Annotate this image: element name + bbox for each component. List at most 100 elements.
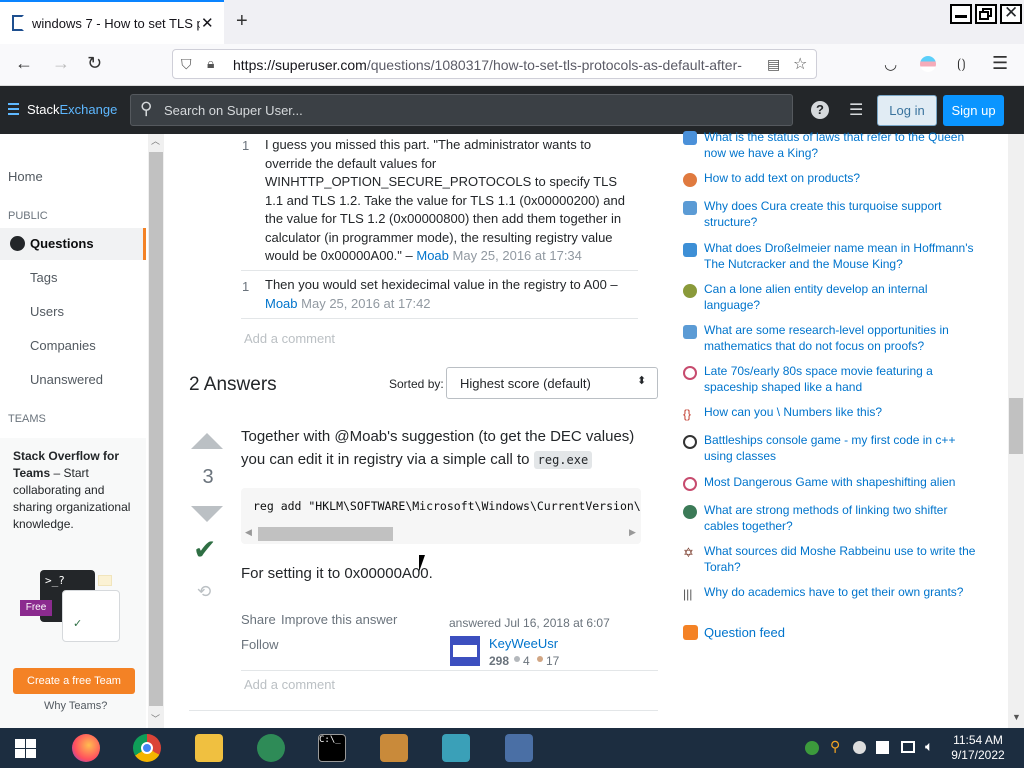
firefox-taskbar-icon[interactable] xyxy=(72,734,100,762)
close-tab-icon[interactable]: ✕ xyxy=(201,14,214,32)
globe-icon xyxy=(10,236,25,251)
create-team-button[interactable]: Create a free Team xyxy=(13,668,135,694)
reload-icon[interactable]: ↻ xyxy=(87,53,102,74)
browser-tab[interactable]: windows 7 - How to set TLS pro ✕ xyxy=(0,0,224,44)
minimize-icon[interactable] xyxy=(950,4,972,24)
follow-link[interactable]: Follow xyxy=(241,637,279,652)
hot-question[interactable]: Most Dangerous Game with shapeshifting a… xyxy=(704,475,979,491)
hot-question[interactable]: What are some research-level opportuniti… xyxy=(704,323,979,354)
tray-network-icon[interactable] xyxy=(805,741,819,755)
close-window-icon[interactable]: ✕ xyxy=(1000,3,1022,24)
hot-question[interactable]: Why do academics have to get their own g… xyxy=(704,585,979,601)
site-icon xyxy=(683,131,697,145)
hot-question[interactable]: What is the status of laws that refer to… xyxy=(704,130,979,161)
nav-home[interactable]: Home xyxy=(8,169,43,184)
pocket-icon[interactable]: ◡ xyxy=(884,55,897,73)
rss-icon[interactable] xyxy=(683,625,698,640)
tray-minus-icon[interactable] xyxy=(853,741,866,754)
code-scrollbar-thumb[interactable] xyxy=(258,527,393,541)
chrome-taskbar-icon[interactable] xyxy=(133,734,161,762)
scroll-up-icon[interactable]: ︿ xyxy=(151,134,160,147)
code-block[interactable]: reg add "HKLM\SOFTWARE\Microsoft\Windows… xyxy=(241,488,641,544)
comment-2-date[interactable]: May 25, 2016 at 17:42 xyxy=(301,296,430,311)
start-button[interactable] xyxy=(15,739,37,759)
left-scrollbar-thumb[interactable] xyxy=(149,152,163,706)
scroll-right-icon[interactable]: ▶ xyxy=(629,527,636,538)
history-icon[interactable]: ⟲ xyxy=(197,582,211,602)
select-arrows-icon: ⬍ xyxy=(637,375,647,387)
site-icon xyxy=(683,284,697,298)
container-icon[interactable] xyxy=(920,56,936,72)
downvote-icon[interactable] xyxy=(191,506,223,522)
teams-chat-card-icon: ✓ xyxy=(62,590,120,642)
hot-question[interactable]: Battleships console game - my first code… xyxy=(704,433,979,464)
nav-public-heading: PUBLIC xyxy=(8,210,48,222)
file-explorer-taskbar-icon[interactable] xyxy=(195,734,223,762)
hot-question[interactable]: Late 70s/early 80s space movie featuring… xyxy=(704,364,979,395)
cmd-taskbar-icon[interactable]: C:\_ xyxy=(318,734,346,762)
shield-icon[interactable]: ⛉ xyxy=(181,56,192,73)
taskbar-clock[interactable]: 11:54 AM 9/17/2022 xyxy=(948,733,1008,763)
new-tab-icon[interactable]: + xyxy=(236,10,248,33)
tray-flag-icon[interactable] xyxy=(876,741,889,754)
hot-question[interactable]: Can a lone alien entity develop an inter… xyxy=(704,282,979,313)
search-input[interactable]: ⚲ Search on Super User... xyxy=(130,94,793,126)
lock-icon[interactable]: 🔒︎ xyxy=(207,55,214,72)
tray-search-icon[interactable]: ⚲ xyxy=(830,738,840,755)
paint-taskbar-icon[interactable] xyxy=(380,734,408,762)
menu-icon[interactable]: ☰ xyxy=(992,53,1008,74)
scroll-down-icon[interactable]: ▼ xyxy=(1012,712,1021,722)
hot-question[interactable]: What does Droßelmeier name mean in Hoffm… xyxy=(704,241,979,272)
hot-question[interactable]: Why does Cura create this turquoise supp… xyxy=(704,199,979,230)
app-taskbar-icon[interactable] xyxy=(442,734,470,762)
tray-display-icon[interactable] xyxy=(901,741,915,753)
comment-1-date[interactable]: May 25, 2016 at 17:34 xyxy=(453,248,582,263)
hot-question[interactable]: How to add text on products? xyxy=(704,171,979,187)
comment-2: Then you would set hexidecimal value in … xyxy=(265,276,637,313)
hot-question[interactable]: What sources did Moshe Rabbeinu use to w… xyxy=(704,544,979,575)
answer-score: 3 xyxy=(202,466,214,488)
reader-view-icon[interactable]: ▤ xyxy=(767,56,780,73)
extension-icon[interactable]: ⟮⟯ xyxy=(957,56,966,72)
help-icon[interactable]: ? xyxy=(811,101,829,119)
share-link[interactable]: Share xyxy=(241,612,276,627)
bookmark-star-icon[interactable]: ☆ xyxy=(793,54,807,74)
code-line: reg add "HKLM\SOFTWARE\Microsoft\Windows… xyxy=(253,499,641,513)
left-scrollbar[interactable]: ︿ ﹀ xyxy=(148,134,164,728)
url-bar[interactable]: ⛉ 🔒︎ https://superuser.com/questions/108… xyxy=(172,49,817,79)
question-feed-link[interactable]: Question feed xyxy=(704,625,785,640)
upvote-icon[interactable] xyxy=(191,433,223,449)
add-comment-link[interactable]: Add a comment xyxy=(244,331,335,346)
user-avatar[interactable] xyxy=(450,636,480,666)
hot-question[interactable]: How can you \ Numbers like this? xyxy=(704,405,979,421)
comment-1-user-link[interactable]: Moab xyxy=(416,248,449,263)
site-logo[interactable]: StackExchange xyxy=(27,102,117,117)
signup-button[interactable]: Sign up xyxy=(943,95,1004,126)
page-scrollbar[interactable]: ▼ xyxy=(1008,134,1024,728)
nav-tags[interactable]: Tags xyxy=(30,270,57,285)
improve-answer-link[interactable]: Improve this answer xyxy=(281,612,397,627)
why-teams-link[interactable]: Why Teams? xyxy=(44,700,107,712)
add-comment-link[interactable]: Add a comment xyxy=(244,677,335,692)
comment-2-user-link[interactable]: Moab xyxy=(265,296,298,311)
scroll-left-icon[interactable]: ◀ xyxy=(245,527,252,538)
nav-companies[interactable]: Companies xyxy=(30,338,96,353)
computer-taskbar-icon[interactable] xyxy=(505,734,533,762)
forward-icon[interactable]: → xyxy=(52,53,70,74)
scroll-down-icon[interactable]: ﹀ xyxy=(151,712,160,725)
network-app-taskbar-icon[interactable] xyxy=(257,734,285,762)
page-scrollbar-thumb[interactable] xyxy=(1009,398,1023,454)
nav-users[interactable]: Users xyxy=(30,304,64,319)
nav-unanswered[interactable]: Unanswered xyxy=(30,372,103,387)
sort-select[interactable]: Highest score (default) ⬍ xyxy=(446,367,658,399)
restore-icon[interactable] xyxy=(975,4,997,24)
tray-volume-icon[interactable]: 🔈︎ xyxy=(925,738,933,755)
site-switcher-icon[interactable]: ☰ xyxy=(849,100,863,120)
nav-questions[interactable]: Questions xyxy=(0,228,146,260)
back-icon[interactable]: ← xyxy=(15,53,33,74)
login-button[interactable]: Log in xyxy=(877,95,937,126)
answer-user-link[interactable]: KeyWeeUsr xyxy=(489,636,558,651)
bronze-badge-icon xyxy=(537,656,543,662)
hot-question[interactable]: What are strong methods of linking two s… xyxy=(704,503,979,534)
url-text[interactable]: https://superuser.com/questions/1080317/… xyxy=(233,57,751,73)
